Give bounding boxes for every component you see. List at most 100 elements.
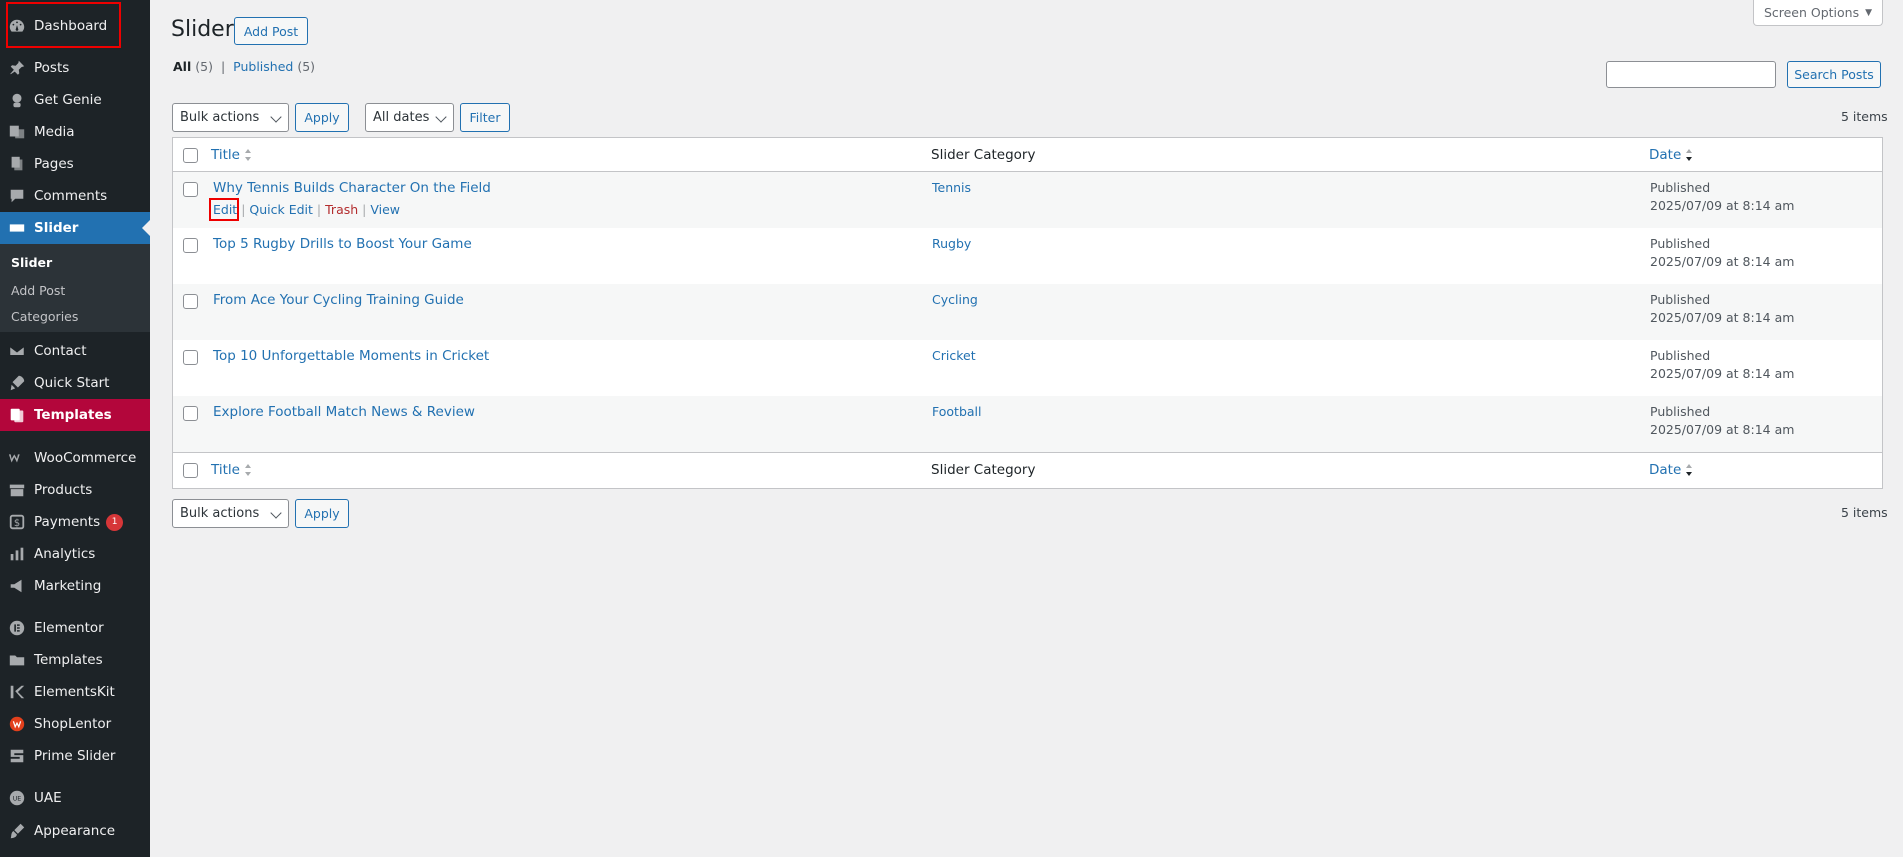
mail-icon (0, 342, 34, 360)
menu-media[interactable]: Media (0, 116, 150, 148)
category-link[interactable]: Tennis (932, 180, 971, 195)
bulk-actions-select-bottom[interactable]: Bulk actions (172, 499, 289, 528)
trash-link[interactable]: Trash (325, 202, 358, 217)
paintbrush-icon (0, 822, 34, 840)
highlight-box (6, 2, 121, 48)
svg-text:UE: UE (13, 796, 22, 803)
status-all-count: (5) (195, 59, 213, 74)
menu-label: ElementsKit (34, 684, 115, 700)
table-header: Title Slider Category Date (173, 138, 1882, 172)
date-footer-label: Date (1649, 462, 1682, 478)
menu-marketing[interactable]: Marketing (0, 570, 150, 602)
woocommerce-icon (0, 449, 34, 467)
media-icon (0, 123, 34, 141)
comment-icon (0, 187, 34, 205)
menu-label: Pages (34, 156, 74, 172)
separator: | (220, 59, 226, 74)
select-all-checkbox[interactable] (183, 463, 198, 478)
date-column-footer[interactable]: Date (1649, 462, 1693, 478)
post-title-link[interactable]: Top 10 Unforgettable Moments in Cricket (213, 348, 489, 364)
menu-shoplentor[interactable]: ShopLentor (0, 708, 150, 740)
post-date: 2025/07/09 at 8:14 am (1650, 254, 1795, 269)
submenu-slider[interactable]: Slider (11, 255, 52, 270)
post-title-link[interactable]: Why Tennis Builds Character On the Field (213, 180, 491, 196)
admin-sidebar: Dashboard Posts Get Genie Media Pages Co… (0, 0, 150, 857)
post-status: Published (1650, 348, 1711, 363)
separator: | (241, 202, 246, 217)
menu-appearance[interactable]: Appearance (0, 815, 150, 847)
elementor-icon (0, 619, 34, 637)
screen-options-button[interactable]: Screen Options ▼ (1753, 0, 1883, 26)
menu-posts[interactable]: Posts (0, 52, 150, 84)
menu-quick-start[interactable]: Quick Start (0, 367, 150, 399)
menu-templates[interactable]: Templates (0, 399, 150, 431)
menu-comments[interactable]: Comments (0, 180, 150, 212)
menu-slider[interactable]: Slider (0, 212, 150, 244)
post-status: Published (1650, 236, 1711, 251)
category-column-footer: Slider Category (931, 462, 1036, 478)
table-footer: Title Slider Category Date (173, 452, 1882, 488)
date-filter-select[interactable]: All dates (365, 103, 454, 132)
row-checkbox[interactable] (183, 238, 198, 253)
bulk-actions-value: Bulk actions (180, 506, 260, 521)
filter-button[interactable]: Filter (460, 103, 510, 132)
sort-desc-icon (1686, 149, 1693, 161)
menu-elementskit[interactable]: ElementsKit (0, 676, 150, 708)
add-post-button[interactable]: Add Post (234, 17, 308, 45)
apply-button[interactable]: Apply (295, 103, 349, 132)
select-all-checkbox[interactable] (183, 148, 198, 163)
menu-payments[interactable]: $ Payments 1 (0, 506, 150, 538)
category-link[interactable]: Cycling (932, 292, 978, 307)
page-title: Slider (171, 17, 234, 42)
search-posts-button[interactable]: Search Posts (1787, 61, 1881, 88)
menu-get-genie[interactable]: Get Genie (0, 84, 150, 116)
menu-uae[interactable]: UE UAE (0, 782, 150, 814)
search-input[interactable] (1606, 61, 1776, 88)
menu-label: Posts (34, 60, 70, 76)
category-column-header: Slider Category (931, 147, 1036, 163)
row-actions: Edit | Quick Edit | Trash | View (213, 202, 400, 217)
post-date: 2025/07/09 at 8:14 am (1650, 366, 1795, 381)
slider-submenu: Slider Add Post Categories (0, 244, 150, 332)
row-checkbox[interactable] (183, 182, 198, 197)
menu-elementor[interactable]: Elementor (0, 612, 150, 644)
post-title-link[interactable]: Top 5 Rugby Drills to Boost Your Game (213, 236, 472, 252)
post-title-link[interactable]: From Ace Your Cycling Training Guide (213, 292, 464, 308)
date-column-header[interactable]: Date (1649, 147, 1693, 163)
sort-desc-icon (1686, 464, 1693, 476)
menu-prime-slider[interactable]: Prime Slider (0, 740, 150, 772)
sort-icon (244, 464, 251, 476)
items-count: 5 items (1841, 109, 1888, 124)
menu-templates-2[interactable]: Templates (0, 644, 150, 676)
title-column-header[interactable]: Title (211, 147, 252, 163)
menu-label: ShopLentor (34, 716, 112, 732)
title-column-footer[interactable]: Title (211, 462, 252, 478)
category-link[interactable]: Football (932, 404, 981, 419)
menu-analytics[interactable]: Analytics (0, 538, 150, 570)
category-link[interactable]: Cricket (932, 348, 976, 363)
submenu-categories[interactable]: Categories (11, 309, 78, 324)
post-title-link[interactable]: Explore Football Match News & Review (213, 404, 475, 420)
prime-slider-icon (0, 747, 34, 765)
menu-contact[interactable]: Contact (0, 335, 150, 367)
view-link[interactable]: View (370, 202, 400, 217)
bulk-actions-select[interactable]: Bulk actions (172, 103, 289, 132)
row-checkbox[interactable] (183, 350, 198, 365)
row-checkbox[interactable] (183, 294, 198, 309)
table-row: From Ace Your Cycling Training Guide Cyc… (173, 284, 1882, 340)
post-date: 2025/07/09 at 8:14 am (1650, 422, 1795, 437)
row-checkbox[interactable] (183, 406, 198, 421)
highlight-box (209, 198, 239, 221)
menu-woocommerce[interactable]: WooCommerce (0, 442, 150, 474)
menu-pages[interactable]: Pages (0, 148, 150, 180)
submenu-add-post[interactable]: Add Post (11, 283, 65, 298)
status-all-link[interactable]: All (173, 59, 191, 74)
menu-products[interactable]: Products (0, 474, 150, 506)
quick-edit-link[interactable]: Quick Edit (249, 202, 313, 217)
category-link[interactable]: Rugby (932, 236, 971, 251)
menu-label: Payments (34, 514, 101, 530)
menu-label: Marketing (34, 578, 102, 594)
status-published-link[interactable]: Published (233, 59, 293, 74)
elementskit-icon (0, 683, 34, 701)
apply-button-bottom[interactable]: Apply (295, 499, 349, 528)
